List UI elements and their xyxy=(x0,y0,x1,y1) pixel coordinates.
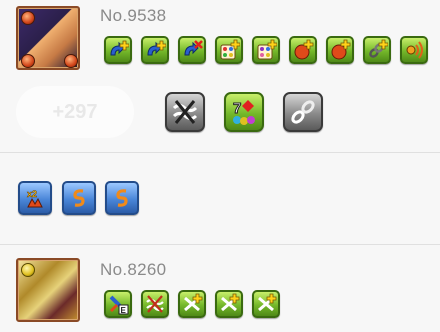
sb-resist-plus-icon[interactable] xyxy=(178,290,206,318)
section-divider xyxy=(0,244,440,245)
cloud-resist-icon[interactable] xyxy=(141,290,169,318)
skill-boost-bound-icon[interactable]: x2 xyxy=(18,181,52,215)
attribute-orb-icon xyxy=(21,54,35,68)
evo-e-awakening-icon[interactable]: E xyxy=(104,290,132,318)
bind-chain-icon[interactable] xyxy=(283,92,323,132)
super-skill-icon[interactable] xyxy=(62,181,96,215)
svg-text:E: E xyxy=(121,306,127,315)
sb-resist-plus-icon[interactable] xyxy=(215,290,243,318)
monster-portrait-9538[interactable] xyxy=(16,6,80,70)
awakening-row-2: E xyxy=(104,290,304,320)
monster-id-label: No.8260 xyxy=(100,260,167,279)
skill-boost-plus-icon[interactable] xyxy=(104,36,132,64)
cloud-resist-icon[interactable] xyxy=(165,92,205,132)
attribute-orb-icon xyxy=(21,11,35,25)
attribute-orb-icon xyxy=(64,54,78,68)
super-skill-icon[interactable] xyxy=(105,181,139,215)
monster-id-label: No.9538 xyxy=(100,6,167,25)
orb-enhance-rainbow-icon[interactable] xyxy=(215,36,243,64)
section-divider xyxy=(0,152,440,153)
enhanced-orb-plus-icon[interactable] xyxy=(289,36,317,64)
awakening-row-1 xyxy=(104,36,440,66)
skill-boost-plus-icon[interactable] xyxy=(141,36,169,64)
seven-colors-icon[interactable]: 7 xyxy=(224,92,264,132)
orb-enhance-rainbow-icon[interactable] xyxy=(252,36,280,64)
enhanced-orb-plus-icon[interactable] xyxy=(326,36,354,64)
bind-resist-plus-icon[interactable] xyxy=(363,36,391,64)
plus-value-badge: +297 xyxy=(16,86,134,138)
svg-text:7: 7 xyxy=(233,100,241,117)
sb-resist-plus-icon[interactable] xyxy=(252,290,280,318)
voice-awakening-icon[interactable] xyxy=(400,36,428,64)
svg-text:x2: x2 xyxy=(27,189,37,199)
monster-portrait-8260[interactable] xyxy=(16,258,80,322)
attribute-orb-icon xyxy=(21,263,35,277)
skill-boost-minus-icon[interactable] xyxy=(178,36,206,64)
